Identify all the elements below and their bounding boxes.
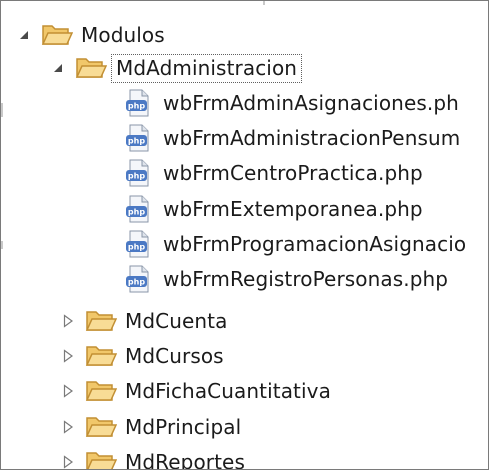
scroll-edge-mark-left: [1, 103, 3, 117]
folder-open-icon: [41, 22, 73, 48]
tree-node-label: MdAdministracion: [116, 55, 298, 80]
php-file-icon: php: [125, 230, 151, 258]
tree-file-label: wbFrmExtemporanea.php: [163, 197, 423, 221]
php-file-icon: php: [125, 265, 151, 293]
collapsed-triangle-icon[interactable]: [59, 418, 77, 436]
tree-node-mdfichacuantitativa[interactable]: MdFichaCuantitativa: [59, 374, 331, 408]
tree-file-label: wbFrmAdminAsignaciones.ph: [163, 91, 459, 115]
php-badge-text: php: [128, 208, 145, 217]
collapsed-triangle-icon[interactable]: [59, 347, 77, 365]
selection-focus-box: MdAdministracion: [111, 53, 303, 83]
tree-node-label: MdCuenta: [125, 309, 228, 333]
php-file-icon: php: [125, 124, 151, 152]
php-file-icon: php: [125, 195, 151, 223]
php-badge-text: php: [128, 172, 145, 181]
tree-node-mdcursos[interactable]: MdCursos: [59, 339, 224, 373]
expanded-triangle-icon[interactable]: [49, 59, 67, 77]
tree-file-label: wbFrmProgramacionAsignacio: [163, 232, 467, 256]
tree-node-label: MdFichaCuantitativa: [125, 379, 331, 403]
tree-file-item[interactable]: php wbFrmProgramacionAsignacio: [125, 227, 466, 261]
tree-file-item[interactable]: php wbFrmRegistroPersonas.php: [125, 262, 448, 296]
php-badge-text: php: [128, 102, 145, 111]
tree-node-label: MdCursos: [125, 344, 224, 368]
folder-closed-icon: [85, 308, 117, 334]
collapsed-triangle-icon[interactable]: [59, 453, 77, 469]
tree-file-item[interactable]: php wbFrmAdminAsignaciones.ph: [125, 86, 459, 120]
tree-file-item[interactable]: php wbFrmExtemporanea.php: [125, 192, 423, 226]
tree-file-item[interactable]: php wbFrmCentroPractica.php: [125, 156, 423, 190]
tree-file-label: wbFrmAdministracionPensum: [163, 126, 461, 150]
tree-node-mdreportes[interactable]: MdReportes: [59, 445, 245, 470]
tree-node-mdprincipal[interactable]: MdPrincipal: [59, 410, 241, 444]
php-file-icon: php: [125, 89, 151, 117]
folder-closed-icon: [85, 414, 117, 440]
tree-file-item[interactable]: php wbFrmAdministracionPensum: [125, 121, 460, 155]
php-file-icon: php: [125, 159, 151, 187]
tree-node-mdcuenta[interactable]: MdCuenta: [59, 304, 227, 338]
collapsed-triangle-icon[interactable]: [59, 382, 77, 400]
scroll-edge-mark-top: [263, 1, 265, 5]
expanded-triangle-icon[interactable]: [15, 26, 33, 44]
collapsed-triangle-icon[interactable]: [59, 312, 77, 330]
folder-closed-icon: [85, 449, 117, 469]
folder-closed-icon: [85, 378, 117, 404]
tree-node-label: MdPrincipal: [125, 415, 242, 439]
scroll-edge-mark-left-2: [1, 241, 3, 249]
folder-closed-icon: [85, 343, 117, 369]
tree-node-label: Modulos: [81, 23, 165, 47]
php-badge-text: php: [128, 278, 145, 287]
php-badge-text: php: [128, 137, 145, 146]
tree-file-label: wbFrmCentroPractica.php: [163, 161, 423, 185]
tree-file-label: wbFrmRegistroPersonas.php: [163, 267, 449, 291]
tree-node-modulos[interactable]: Modulos: [15, 18, 165, 52]
php-badge-text: php: [128, 243, 145, 252]
folder-open-icon: [75, 55, 107, 81]
tree-node-mdadministracion[interactable]: MdAdministracion: [49, 51, 303, 85]
project-tree: Modulos MdAdministracion php wbFrmAdminA…: [0, 0, 489, 470]
tree-node-label: MdReportes: [125, 450, 245, 470]
